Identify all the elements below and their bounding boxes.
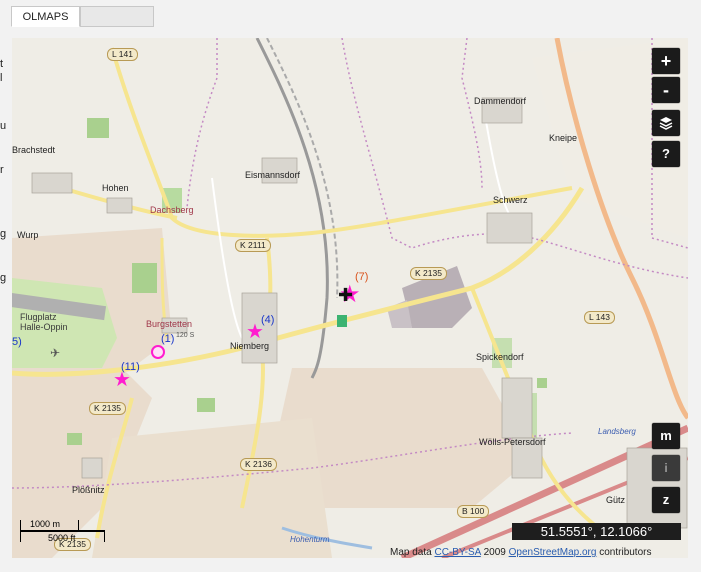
place-label: Gütz	[606, 495, 626, 505]
place-label: Brachstedt	[12, 145, 56, 155]
zoom-in-button[interactable]: +	[652, 48, 680, 74]
left-peek-text: t l u r g g	[0, 40, 12, 540]
z-button[interactable]: z	[652, 487, 680, 513]
place-label: Dachsberg	[150, 205, 194, 215]
attribution: Map data CC-BY-SA 2009 OpenStreetMap.org…	[390, 547, 651, 558]
place-label: Flugplatz Halle-Oppin	[20, 312, 68, 332]
map-view[interactable]: L 141 K 2111 K 2135 L 143 K 2135 K 2136 …	[12, 38, 688, 558]
place-label: Hohen	[102, 183, 129, 193]
tab-olmaps[interactable]: OLMAPS	[11, 6, 80, 27]
peek-l: l	[0, 72, 3, 84]
peek-g1: g	[0, 228, 7, 240]
license-link[interactable]: CC-BY-SA	[434, 547, 480, 558]
m-button[interactable]: m	[652, 423, 680, 449]
star-marker-icon[interactable]: ★	[113, 370, 131, 390]
layers-button[interactable]	[652, 110, 680, 136]
marker-label-1: (1)	[161, 333, 175, 345]
circle-marker-icon[interactable]	[151, 345, 165, 359]
place-label: Wurp	[17, 230, 39, 240]
road-label: K 2136	[240, 458, 277, 471]
place-label: Burgstetten	[146, 319, 193, 329]
peek-r: r	[0, 164, 4, 176]
place-label: Hohenturm	[290, 535, 330, 544]
place-label: Dammendorf	[474, 96, 527, 106]
peek-t: t	[0, 58, 4, 70]
attribution-suffix: contributors	[599, 547, 652, 558]
marker-label-5: 5)	[12, 336, 22, 348]
star-marker-icon[interactable]: ★	[246, 322, 264, 342]
place-label: 120 S	[176, 332, 195, 339]
place-label: Kneipe	[549, 133, 578, 143]
zoom-out-button[interactable]: -	[652, 77, 680, 103]
crosshair-icon: ✚	[338, 285, 354, 305]
scale-bar: 1000 m 5000 ft	[20, 518, 130, 548]
road-label: L 141	[107, 48, 138, 61]
place-label: Spickendorf	[476, 352, 524, 362]
attribution-prefix: Map data	[390, 547, 432, 558]
airport-icon: ✈	[50, 346, 61, 360]
road-label: K 2111	[235, 239, 271, 252]
osm-link[interactable]: OpenStreetMap.org	[509, 547, 597, 558]
place-label: Schwerz	[493, 195, 528, 205]
place-label: Landsberg	[598, 427, 636, 436]
scale-imperial: 5000 ft	[48, 533, 76, 543]
tab-second[interactable]	[80, 6, 154, 27]
help-button[interactable]: ?	[652, 141, 680, 167]
scale-metric: 1000 m	[30, 519, 61, 529]
road-label: L 143	[584, 311, 615, 324]
layers-icon	[659, 117, 673, 130]
place-label: Plößnitz	[72, 485, 105, 495]
attribution-year: 2009	[483, 547, 506, 558]
peek-g2: g	[0, 272, 7, 284]
peek-u: u	[0, 120, 7, 132]
place-label: Eismannsdorf	[245, 170, 301, 180]
road-label: B 100	[457, 505, 490, 518]
road-label: K 2135	[410, 267, 447, 280]
place-label: Wölls-Petersdorf	[479, 437, 546, 447]
coordinate-readout: 51.5551°, 12.1066°	[512, 523, 681, 540]
info-button[interactable]: i	[652, 455, 680, 481]
tab-bar: OLMAPS	[11, 6, 154, 28]
road-label: K 2135	[89, 402, 126, 415]
